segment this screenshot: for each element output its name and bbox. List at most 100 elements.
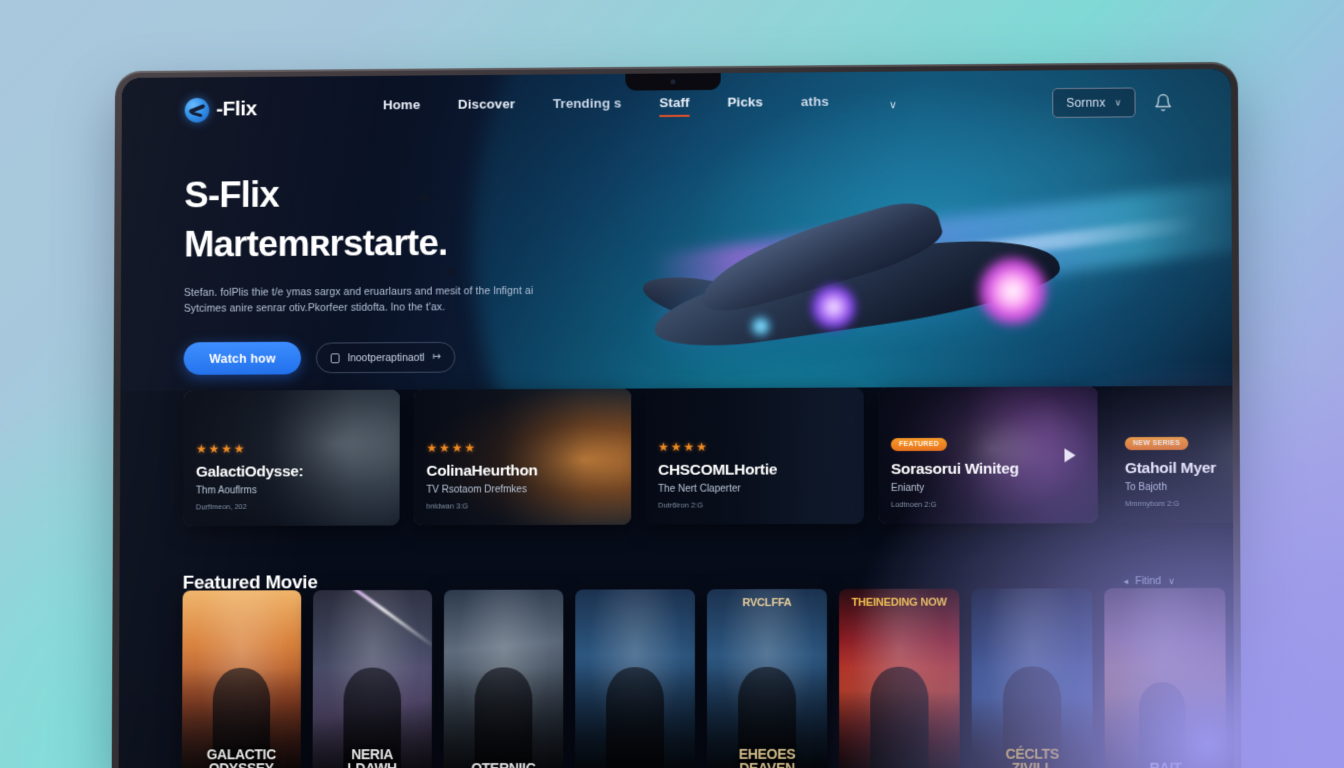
poster-title-line-1: RAIT bbox=[1110, 760, 1221, 768]
trending-card-meta: ★ ★ ★ ★ CHSCOMLHortie The Nert Claperter Dutr6… bbox=[658, 439, 854, 510]
star-icon: ★ bbox=[658, 440, 669, 454]
featured-poster-row[interactable]: GALACTICODYSSEY NERIALDAWH OTERNIIC RVCLFFA… bbox=[119, 587, 1235, 768]
poster-title: RAIT bbox=[1105, 760, 1226, 768]
status-badge: NEW SERIES bbox=[1124, 436, 1189, 451]
trending-card-duration: Dutr6iron 2:G bbox=[658, 500, 703, 510]
star-icon: ★ bbox=[208, 441, 220, 456]
watch-now-button[interactable]: Watch how bbox=[183, 342, 302, 376]
featured-filter-control[interactable]: ◂ Fitind ∨ bbox=[1124, 575, 1175, 587]
movie-poster[interactable] bbox=[575, 589, 696, 768]
poster-title-line-2: ODYSSEY bbox=[187, 761, 296, 768]
poster-title-line-2: ZIVILL bbox=[977, 760, 1088, 768]
arrow-right-icon: ↦ bbox=[432, 352, 441, 364]
star-icon: ★ bbox=[696, 439, 707, 454]
poster-title: OTERNIIC bbox=[444, 760, 564, 768]
notification-bell-icon[interactable] bbox=[1154, 93, 1173, 112]
poster-gradient-overlay bbox=[971, 588, 1093, 768]
trending-card-duration: Durftmeon, 202 bbox=[195, 502, 247, 512]
trending-card-title: Sorasorui Winiteg bbox=[890, 460, 1019, 478]
poster-gradient-overlay bbox=[312, 589, 433, 768]
hero-content: S-Flix Martemʀrstarte. Stefan. folPlis t… bbox=[183, 172, 739, 376]
trending-card-subtitle: TV Rsotaom Drefmkes bbox=[426, 484, 527, 496]
secondary-info-button[interactable]: lnootperaptinaotl ↦ bbox=[316, 342, 456, 374]
play-icon[interactable] bbox=[1064, 447, 1076, 462]
trending-card-meta: NEW SERIES Gtahoil Myer To Bajoth Mmrmybom … bbox=[1124, 431, 1235, 509]
trending-card-row[interactable]: ★ ★ ★ ★ GalactiOdysse: Thm Aouflrms Durftmeon,… bbox=[120, 385, 1235, 554]
engine-beam-core bbox=[721, 215, 1201, 293]
trending-card[interactable]: NEW SERIES Gtahoil Myer To Bajoth Mmrmybom … bbox=[1111, 385, 1235, 524]
poster-gradient-overlay bbox=[575, 589, 696, 768]
caret-left-icon: ◂ bbox=[1123, 575, 1129, 586]
trending-card-duration: Mmrmybom 2:G bbox=[1125, 498, 1180, 509]
nav-link-picks[interactable]: Picks bbox=[727, 94, 763, 116]
star-icon: ★ bbox=[451, 440, 463, 455]
hero-subtitle-line-2: Sytcimes anire senrar otiv.Pkorfeer stid… bbox=[183, 301, 446, 315]
trending-card-duration: bnldwan 3:G bbox=[426, 501, 469, 511]
hero-buttons: Watch how lnootperaptinaotl ↦ bbox=[183, 340, 739, 376]
poster-title: GALACTICODYSSEY bbox=[182, 746, 301, 768]
nav-link-discover[interactable]: Discover bbox=[458, 96, 515, 118]
camera-notch bbox=[625, 73, 721, 91]
poster-gradient-overlay bbox=[838, 588, 960, 768]
trending-card[interactable]: FEATURED Sorasorui Winiteg Enianty Lodtnoen… bbox=[877, 386, 1098, 524]
trending-card-subtitle: Thm Aouflrms bbox=[195, 485, 257, 497]
trending-card[interactable]: ★ ★ ★ ★ CHSCOMLHortie The Nert Claperter Dutr6… bbox=[645, 387, 864, 525]
trending-card-title: Gtahoil Myer bbox=[1124, 459, 1216, 478]
trending-card-duration: Lodtnoen 2:G bbox=[890, 499, 937, 509]
movie-poster[interactable]: NERIALDAWH bbox=[312, 589, 433, 768]
poster-gradient-overlay bbox=[1104, 587, 1227, 768]
trending-card[interactable]: ★ ★ ★ ★ GalactiOdysse: Thm Aouflrms Durftmeon,… bbox=[182, 389, 400, 527]
star-icon: ★ bbox=[670, 439, 682, 454]
movie-poster[interactable]: OTERNIIC bbox=[443, 589, 564, 768]
star-icon: ★ bbox=[196, 441, 207, 456]
page-backdrop: -Flix Home Discover Trending s Staff Pic… bbox=[0, 0, 1344, 768]
chevron-down-icon: ∨ bbox=[1168, 575, 1175, 586]
globe-shatter-icon bbox=[184, 97, 210, 123]
hero-subtitle: Stefan. folPlis thie t/e ymas sargx and … bbox=[184, 283, 572, 317]
secondary-button-label: lnootperaptinaotl bbox=[347, 351, 425, 365]
trending-card-title: ColinaHeurthon bbox=[426, 462, 538, 480]
trending-card-subtitle: The Nert Claperter bbox=[658, 483, 741, 495]
poster-gradient-overlay bbox=[706, 588, 828, 768]
language-select-value: Sornnx bbox=[1066, 95, 1106, 110]
movie-poster[interactable]: RVCLFFAEHEOESDEAVEN bbox=[706, 588, 828, 768]
movie-poster[interactable]: CÉCLTSZIVILLtrnrooltfhtin Tllä stmerkfte… bbox=[971, 588, 1093, 768]
nav-link-paths[interactable]: aths bbox=[801, 94, 829, 116]
poster-gradient-overlay bbox=[181, 590, 302, 768]
nav-link-trending[interactable]: Trending s bbox=[553, 96, 622, 118]
hero-title-line-2: Martemʀrstarte. bbox=[184, 222, 448, 265]
nav-link-home[interactable]: Home bbox=[383, 97, 420, 119]
star-icon: ★ bbox=[683, 439, 695, 454]
trending-card-title: GalactiOdysse: bbox=[195, 463, 304, 481]
poster-title-line-2: DEAVEN bbox=[712, 760, 822, 768]
chevron-down-icon: ∨ bbox=[1114, 97, 1122, 108]
trending-card-subtitle: Enianty bbox=[890, 482, 925, 494]
poster-title: CÉCLTSZIVILL bbox=[972, 745, 1093, 768]
brand-wordmark: -Flix bbox=[216, 97, 257, 121]
card-icon bbox=[330, 353, 340, 364]
device-screen: -Flix Home Discover Trending s Staff Pic… bbox=[118, 68, 1235, 768]
brand-logo[interactable]: -Flix bbox=[184, 97, 257, 123]
poster-title-line-1: OTERNIIC bbox=[449, 760, 559, 768]
rating-stars: ★ ★ ★ ★ bbox=[426, 440, 621, 455]
movie-poster[interactable]: RAITOIVMKSNEI-TTHDAIDAH bbox=[1104, 587, 1227, 768]
star-icon: ★ bbox=[439, 440, 450, 455]
trending-card[interactable]: ★ ★ ★ ★ ColinaHeurthon TV Rsotaom Drefmkes bnl… bbox=[413, 388, 632, 526]
poster-title: NERIALDAWH bbox=[313, 746, 432, 768]
star-icon: ★ bbox=[221, 441, 232, 456]
featured-filter-label: Fitind bbox=[1135, 575, 1162, 588]
sflix-app: -Flix Home Discover Trending s Staff Pic… bbox=[118, 68, 1235, 768]
status-badge: FEATURED bbox=[890, 437, 947, 452]
poster-title-line-2: LDAWH bbox=[318, 760, 427, 768]
nav-right-controls: Sornnx ∨ bbox=[1052, 87, 1173, 118]
language-select[interactable]: Sornnx ∨ bbox=[1052, 87, 1136, 118]
star-icon: ★ bbox=[426, 440, 438, 455]
trending-card-meta: ★ ★ ★ ★ GalactiOdysse: Thm Aouflrms Durftmeon,… bbox=[195, 441, 390, 512]
trending-card-meta: FEATURED Sorasorui Winiteg Enianty Lodtnoen… bbox=[890, 432, 1088, 509]
movie-poster[interactable]: GALACTICODYSSEY bbox=[181, 590, 302, 768]
movie-poster[interactable]: THEINEDING NOW bbox=[838, 588, 960, 768]
trending-card-subtitle: To Bajoth bbox=[1124, 481, 1168, 494]
nav-link-staff[interactable]: Staff bbox=[659, 95, 689, 117]
poster-gradient-overlay bbox=[443, 589, 564, 768]
nav-more-chevron-down-icon[interactable]: ∨ bbox=[889, 98, 897, 111]
